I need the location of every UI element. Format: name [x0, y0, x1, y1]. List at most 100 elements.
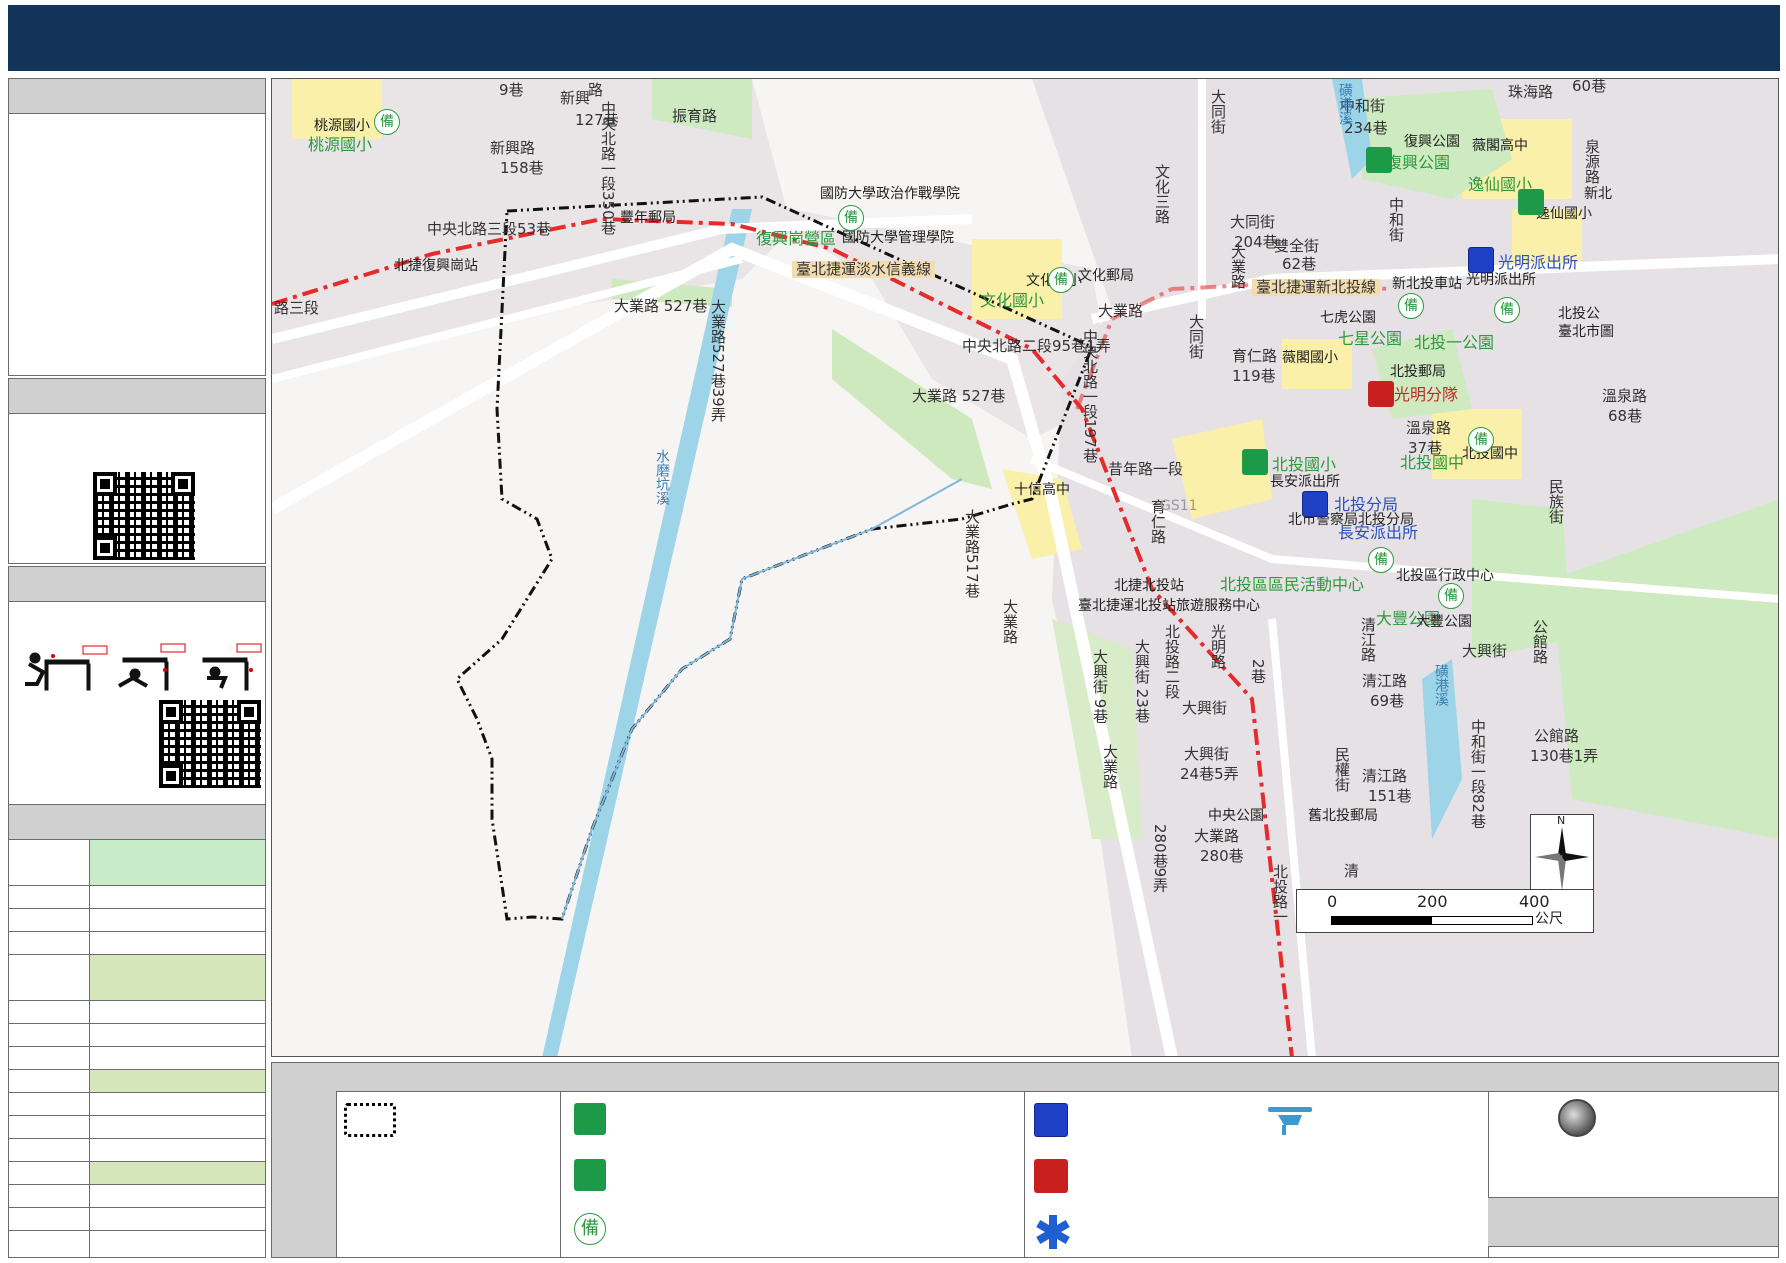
road-label: 育仁路 — [1232, 347, 1278, 365]
scale-unit: 公尺 — [1535, 911, 1563, 927]
reserve-shelter-icon[interactable]: 備 — [374, 109, 400, 135]
place-label[interactable]: 復興崗營區 — [756, 231, 836, 247]
place-label[interactable]: 北投公 — [1558, 307, 1600, 321]
place-label[interactable]: 磺港溪 — [1337, 83, 1353, 125]
road-label: 大興街 9巷 — [1091, 649, 1109, 724]
road-label: 北投路二段 — [1163, 624, 1181, 699]
place-label[interactable]: 光明分隊 — [1394, 387, 1458, 403]
map-legend: 備 — [271, 1062, 1779, 1258]
place-label[interactable]: 大豐公園 — [1416, 615, 1472, 629]
place-label[interactable]: 國防大學管理學院 — [842, 231, 954, 245]
place-label[interactable]: 臺北市圖 — [1558, 325, 1614, 339]
road-label: 大同街 — [1230, 213, 1276, 231]
road-label: 158巷 — [500, 159, 544, 177]
reserve-shelter-icon[interactable]: 備 — [1398, 293, 1424, 319]
road-label: 泉源路 — [1583, 139, 1601, 184]
place-label[interactable]: 國防大學政治作戰學院 — [820, 187, 960, 201]
place-label[interactable]: 長安派出所 — [1270, 475, 1340, 489]
place-label[interactable]: 逸仙國小 — [1536, 207, 1592, 221]
road-label: 大業路 — [1001, 599, 1019, 644]
road-label: 大興街 — [1184, 745, 1230, 763]
road-label: 中和街一段82巷 — [1469, 719, 1487, 829]
header-bar — [8, 5, 1780, 71]
place-label[interactable]: 臺北捷運淡水信義線 — [792, 261, 936, 278]
place-label[interactable]: 光明派出所 — [1498, 255, 1578, 271]
shelter-icon — [574, 1103, 606, 1135]
road-label: 公館路 — [1534, 727, 1580, 745]
place-label[interactable]: 臺北捷運北投站旅遊服務中心 — [1078, 599, 1260, 613]
place-label[interactable]: 長安派出所 — [1338, 525, 1418, 541]
place-label[interactable]: 北投區行政中心 — [1396, 569, 1494, 583]
reserve-shelter-icon[interactable]: 備 — [1368, 547, 1394, 573]
place-label[interactable]: 復興公園 — [1404, 135, 1460, 149]
road-label: 69巷 — [1370, 692, 1405, 710]
place-label[interactable]: 北捷北投站 — [1114, 579, 1184, 593]
evacuation-map[interactable]: 9巷 新興路 127巷 新興路 158巷 中央北路一段350巷 振育路 中央北路三段53巷 路三… — [271, 78, 1779, 1057]
place-label[interactable]: 北投國小 — [1272, 457, 1336, 473]
place-label[interactable]: 新北 — [1584, 187, 1612, 201]
road-label: 新興路 — [490, 139, 536, 157]
shelter-icon[interactable] — [1518, 189, 1544, 215]
road-label: 光明路 — [1209, 624, 1227, 669]
reserve-shelter-icon[interactable]: 備 — [1048, 267, 1074, 293]
road-label: 大興街 — [1182, 699, 1228, 717]
road-label: 大興街 — [1462, 642, 1508, 660]
place-label[interactable]: 文化國小 — [980, 293, 1044, 309]
earthquake-panel — [8, 566, 266, 832]
place-label[interactable]: 北投區區民活動中心 — [1220, 577, 1364, 593]
road-label: 溫泉路 — [1406, 419, 1452, 437]
place-label[interactable]: 北投郵局 — [1390, 365, 1446, 379]
place-label[interactable]: 薇閣國小 — [1282, 351, 1338, 365]
place-label[interactable]: GS11 — [1160, 499, 1198, 513]
place-label[interactable]: 豐年郵局 — [620, 211, 676, 225]
place-label[interactable]: 七星公園 — [1338, 331, 1402, 347]
reserve-shelter-icon[interactable]: 備 — [1468, 427, 1494, 453]
place-label[interactable]: 北捷復興崗站 — [394, 259, 478, 273]
place-label[interactable]: 桃源國小 — [308, 137, 372, 153]
road-label: 280巷 — [1200, 847, 1244, 865]
place-label[interactable]: 十信高中 — [1014, 483, 1070, 497]
place-label[interactable]: 文化郵局 — [1078, 269, 1134, 283]
table-row — [9, 839, 265, 886]
place-label[interactable]: 北投分局 — [1334, 497, 1398, 513]
shelter-table-head — [9, 805, 265, 839]
road-label: 路三段 — [274, 299, 320, 317]
place-label[interactable]: 北投一公園 — [1414, 335, 1494, 351]
landmark-icon — [1558, 1099, 1596, 1137]
reserve-shelter-icon[interactable]: 備 — [838, 205, 864, 231]
place-label[interactable]: 磺港溪 — [1433, 664, 1449, 706]
reserve-shelter-icon[interactable]: 備 — [1438, 583, 1464, 609]
place-label[interactable]: 薇閣高中 — [1472, 139, 1528, 153]
place-label[interactable]: 七虎公園 — [1320, 311, 1376, 325]
qr-code[interactable] — [93, 472, 195, 560]
place-label[interactable]: 新北投車站 — [1392, 277, 1462, 291]
place-label[interactable]: 中央公園 — [1208, 809, 1264, 823]
police-icon — [1034, 1103, 1068, 1137]
table-row — [9, 1230, 265, 1258]
info-panel-head — [9, 79, 265, 114]
road-label: 昔年路一段 — [1108, 460, 1184, 478]
road-label: 62巷 — [1282, 255, 1317, 273]
legend-other-subhead — [1488, 1197, 1778, 1247]
table-row — [9, 1184, 265, 1208]
road-label: 9巷 — [499, 81, 524, 99]
police-icon[interactable] — [1468, 247, 1494, 273]
place-label[interactable]: 水磨坑溪 — [654, 449, 670, 505]
shelter-icon[interactable] — [1242, 449, 1268, 475]
place-label[interactable]: 桃源國小 — [314, 119, 370, 133]
place-label[interactable]: 光明派出所 — [1466, 273, 1536, 287]
police-icon[interactable] — [1302, 491, 1328, 517]
scale-bar: 0 200 400 公尺 — [1296, 889, 1594, 933]
reserve-shelter-icon[interactable]: 備 — [1494, 297, 1520, 323]
road-label: 民族街 — [1547, 479, 1565, 524]
place-label[interactable]: 舊北投郵局 — [1308, 809, 1378, 823]
legend-col-title — [272, 1063, 337, 1257]
place-label[interactable]: 復興公園 — [1386, 155, 1450, 171]
qr-code-2[interactable] — [159, 700, 261, 788]
fire-station-icon[interactable] — [1368, 381, 1394, 407]
park-icon[interactable] — [1366, 147, 1392, 173]
place-label[interactable]: 臺北捷運新北投線 — [1252, 279, 1381, 296]
place-label[interactable]: 北投國中 — [1400, 455, 1464, 471]
road-label: 文化三路 — [1153, 164, 1171, 224]
road-label: 大業路 — [1101, 744, 1119, 789]
